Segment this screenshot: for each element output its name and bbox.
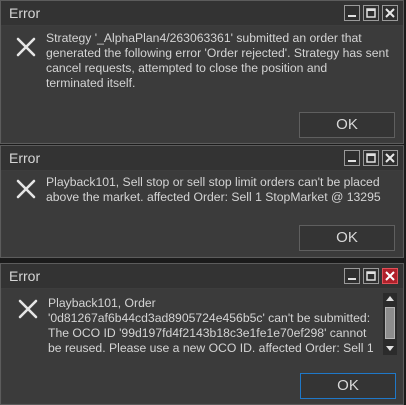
dialog-title: Error [9, 150, 41, 166]
x-icon [18, 299, 38, 319]
scrollbar-thumb[interactable] [385, 307, 395, 339]
ok-button[interactable]: OK [300, 373, 396, 399]
maximize-icon[interactable] [363, 5, 379, 21]
error-message: Playback101, Order '0d81267af6b44cd3ad89… [48, 296, 374, 355]
x-icon [16, 179, 36, 199]
dialog-body: Strategy '_AlphaPlan4/263063361' submitt… [2, 26, 402, 142]
minimize-icon[interactable] [344, 268, 360, 284]
close-icon[interactable] [382, 5, 398, 21]
message-scrollbar[interactable] [383, 293, 397, 355]
dialog-body: Playback101, Order '0d81267af6b44cd3ad89… [2, 289, 402, 403]
dialog-title: Error [9, 5, 41, 21]
scroll-down-icon[interactable] [384, 343, 396, 353]
error-dialog-2: Error Playback101, Sell stop or sell sto… [0, 145, 404, 258]
error-dialog-3: Error Playback101, Order '0d81267af6b44c… [0, 263, 404, 405]
title-bar[interactable]: Error [1, 264, 403, 288]
close-icon[interactable] [382, 268, 398, 284]
ok-button[interactable]: OK [299, 225, 395, 251]
title-bar[interactable]: Error [1, 1, 403, 25]
minimize-icon[interactable] [344, 150, 360, 166]
x-icon [16, 37, 36, 57]
error-message: Strategy '_AlphaPlan4/263063361' submitt… [46, 31, 389, 90]
scroll-up-icon[interactable] [384, 294, 396, 304]
dialog-title: Error [9, 268, 41, 284]
maximize-icon[interactable] [363, 268, 379, 284]
maximize-icon[interactable] [363, 150, 379, 166]
error-dialog-1: Error Strategy '_AlphaPlan4/263063361' s… [0, 0, 404, 144]
close-icon[interactable] [382, 150, 398, 166]
minimize-icon[interactable] [344, 5, 360, 21]
error-message: Playback101, Sell stop or sell stop limi… [46, 175, 381, 204]
ok-button[interactable]: OK [299, 112, 395, 138]
title-bar[interactable]: Error [1, 146, 403, 170]
dialog-body: Playback101, Sell stop or sell stop limi… [2, 171, 402, 256]
